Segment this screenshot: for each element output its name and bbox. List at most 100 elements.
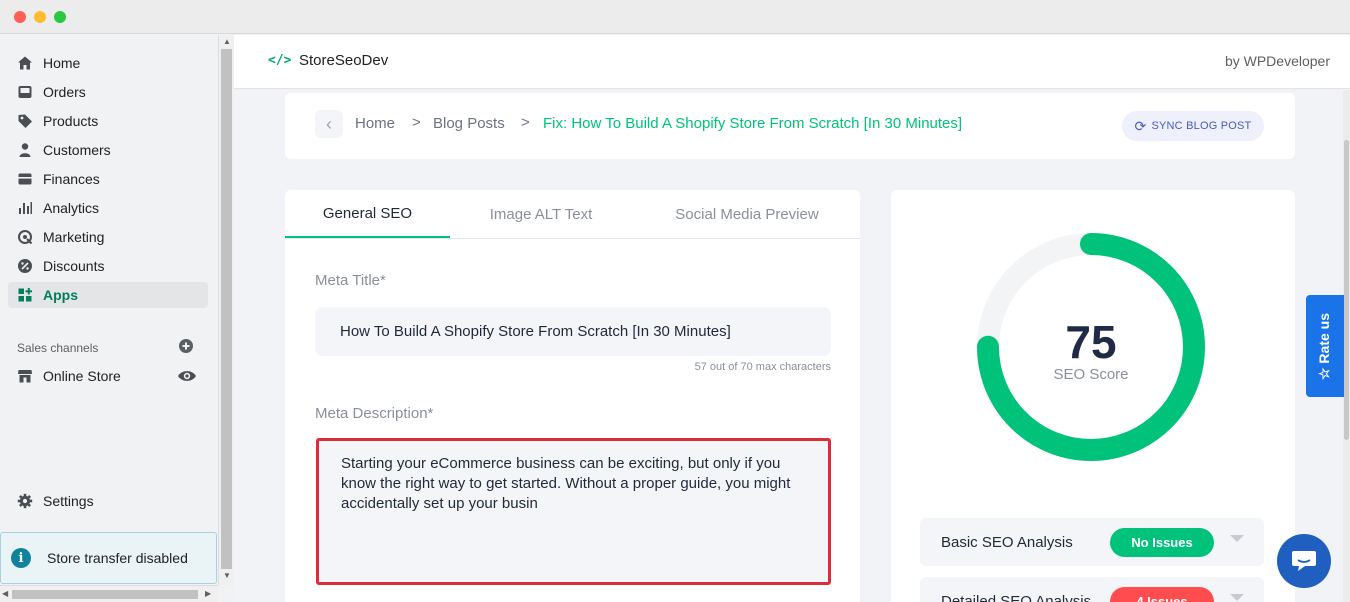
plus-circle-icon <box>179 339 193 353</box>
tab-label: Image ALT Text <box>489 205 593 223</box>
chevron-left-icon: ‹ <box>326 113 332 134</box>
minimize-window-button[interactable] <box>34 11 46 23</box>
sidebar-item-home[interactable]: Home <box>8 50 208 76</box>
sidebar-item-orders[interactable]: Orders <box>8 79 208 105</box>
app-content: ‹ Home > Blog Posts > Fix: How To Build … <box>234 90 1343 602</box>
finances-icon <box>16 170 34 188</box>
scrollbar-thumb[interactable] <box>221 49 232 569</box>
sidebar-item-products[interactable]: Products <box>8 108 208 134</box>
analysis-label: Detailed SEO Analysis <box>941 593 1092 602</box>
tab-label: General SEO <box>322 204 413 222</box>
store-icon <box>16 367 34 385</box>
sidebar-item-customers[interactable]: Customers <box>8 137 208 163</box>
sidebar-item-marketing[interactable]: Marketing <box>8 224 208 250</box>
tab-social-media-preview[interactable]: Social Media Preview <box>647 190 847 238</box>
meta-description-label: Meta Description* <box>315 405 434 422</box>
bar-chart-icon <box>16 199 34 217</box>
analysis-label: Basic SEO Analysis <box>941 534 1073 551</box>
view-store-button[interactable] <box>177 368 197 384</box>
meta-title-label: Meta Title* <box>315 272 386 289</box>
basic-seo-analysis-row[interactable]: Basic SEO Analysis No Issues <box>920 518 1264 566</box>
tag-icon <box>16 112 34 130</box>
app-header: </> StoreSeoDev by WPDeveloper <box>234 35 1350 89</box>
sidebar-item-label: Online Store <box>43 368 121 384</box>
eye-icon <box>178 371 196 381</box>
apps-icon <box>16 286 34 304</box>
no-issues-badge: No Issues <box>1110 528 1214 557</box>
sidebar-item-label: Home <box>43 55 81 71</box>
detailed-seo-analysis-row[interactable]: Detailed SEO Analysis 4 Issues <box>920 577 1264 602</box>
content-vertical-scrollbar[interactable] <box>1343 90 1350 602</box>
sidebar-item-finances[interactable]: Finances <box>8 166 208 192</box>
marketing-icon <box>16 228 34 246</box>
back-button[interactable]: ‹ <box>315 110 343 138</box>
sales-channels-label: Sales channels <box>17 341 99 355</box>
meta-title-char-count: 57 out of 70 max characters <box>694 361 831 373</box>
scroll-left-arrow-icon[interactable]: ◀ <box>2 590 8 598</box>
chat-button[interactable] <box>1277 534 1331 588</box>
chat-icon <box>1292 551 1316 571</box>
seo-editor-card: General SEO Image ALT Text Social Media … <box>285 190 860 602</box>
rate-us-text: Rate us <box>1316 312 1333 364</box>
window-titlebar <box>0 0 1350 34</box>
code-logo-icon: </> <box>268 53 292 68</box>
scroll-up-arrow-icon[interactable]: ▲ <box>223 38 231 46</box>
scrollbar-thumb[interactable] <box>12 590 198 599</box>
app-name: StoreSeoDev <box>299 52 389 69</box>
meta-title-input[interactable]: How To Build A Shopify Store From Scratc… <box>315 307 831 356</box>
tab-label: Social Media Preview <box>675 205 819 223</box>
add-channel-button[interactable] <box>178 338 194 354</box>
breadcrumb-current-page: Fix: How To Build A Shopify Store From S… <box>543 115 963 132</box>
home-icon <box>16 54 34 72</box>
seo-score-value: 75 <box>1065 316 1117 368</box>
close-window-button[interactable] <box>14 11 26 23</box>
rate-us-label: ☆ Rate us <box>1317 312 1334 379</box>
tab-divider <box>285 238 860 239</box>
sidebar-item-label: Products <box>43 113 99 129</box>
sidebar-item-label: Settings <box>43 493 94 509</box>
scroll-down-arrow-icon[interactable]: ▼ <box>223 572 231 580</box>
developer-byline: by WPDeveloper <box>1224 53 1330 69</box>
rate-us-label-wrap: ☆ Rate us <box>1306 295 1344 397</box>
maximize-window-button[interactable] <box>54 11 66 23</box>
chevron-right-icon: > <box>412 114 421 131</box>
store-transfer-banner: i Store transfer disabled <box>0 532 217 584</box>
sidebar-item-discounts[interactable]: Discounts <box>8 253 208 279</box>
issues-badge: 4 Issues <box>1110 587 1214 602</box>
chevron-right-icon: > <box>521 114 530 131</box>
sidebar-item-label: Analytics <box>43 200 100 216</box>
sidebar-item-settings[interactable]: Settings <box>8 488 208 514</box>
sidebar-item-label: Marketing <box>43 229 105 245</box>
sidebar-item-label: Finances <box>43 171 100 187</box>
seo-score-label: SEO Score <box>1053 366 1129 383</box>
sidebar-item-label: Customers <box>43 142 111 158</box>
admin-sidebar: Home Orders Products Customers Finances … <box>0 35 218 585</box>
sync-blog-post-button[interactable]: ⟳ SYNC BLOG POST <box>1122 111 1264 141</box>
store-transfer-text: Store transfer disabled <box>47 550 188 566</box>
meta-description-value: Starting your eCommerce business can be … <box>341 455 791 512</box>
discount-icon <box>16 257 34 275</box>
person-icon <box>16 141 34 159</box>
breadcrumb-blog-posts[interactable]: Blog Posts <box>433 115 505 132</box>
tab-general-seo[interactable]: General SEO <box>285 190 450 238</box>
tab-image-alt-text[interactable]: Image ALT Text <box>450 190 632 238</box>
chevron-down-icon[interactable] <box>1230 594 1244 601</box>
sidebar-item-label: Orders <box>43 84 86 100</box>
chevron-down-icon[interactable] <box>1230 535 1244 542</box>
sync-blog-post-label: SYNC BLOG POST <box>1151 120 1252 132</box>
sidebar-item-apps[interactable]: Apps <box>8 282 208 308</box>
sidebar-horizontal-scrollbar[interactable]: ◀ ▶ <box>0 585 218 602</box>
seo-score-card: 75 SEO Score Basic SEO Analysis No Issue… <box>891 190 1295 602</box>
breadcrumb-home[interactable]: Home <box>355 115 395 132</box>
meta-description-textarea[interactable]: Starting your eCommerce business can be … <box>316 438 831 585</box>
scroll-right-arrow-icon[interactable]: ▶ <box>205 590 211 598</box>
info-icon: i <box>11 548 31 568</box>
sidebar-vertical-scrollbar[interactable]: ▲ ▼ <box>218 35 234 585</box>
meta-title-value: How To Build A Shopify Store From Scratc… <box>340 323 731 340</box>
breadcrumb: ‹ Home > Blog Posts > Fix: How To Build … <box>285 93 1295 159</box>
star-icon: ☆ <box>1316 363 1333 380</box>
scrollbar-thumb[interactable] <box>1344 140 1349 440</box>
sidebar-item-analytics[interactable]: Analytics <box>8 195 208 221</box>
orders-icon <box>16 83 34 101</box>
sidebar-item-label: Discounts <box>43 258 105 274</box>
